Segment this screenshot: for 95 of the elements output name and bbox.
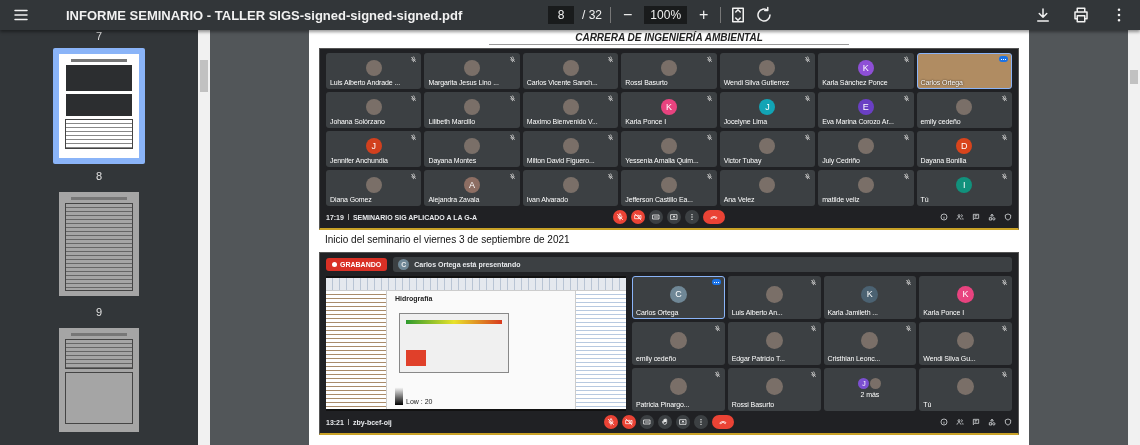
photo-placeholder [661,137,677,154]
photo-placeholder [857,137,874,154]
mic-off-button[interactable] [604,415,618,429]
chat-icon[interactable] [972,418,980,426]
photo-placeholder [562,59,579,76]
page-total: / 32 [582,8,602,22]
shapes-icon[interactable] [988,213,996,221]
hang-up-button[interactable] [703,210,725,224]
camera-icon [625,418,633,426]
photo-placeholder [870,378,882,389]
captions-button[interactable] [649,210,663,224]
hangup-icon [719,418,727,426]
mic-off-button[interactable] [613,210,627,224]
letter-avatar: A [464,176,481,193]
captions-icon [652,213,660,221]
letter-avatar: C [669,285,687,303]
photo-placeholder [957,377,975,395]
present-icon [679,418,687,426]
photo-placeholder [562,137,579,154]
photo-placeholder [562,98,579,115]
people-icon[interactable] [956,213,964,221]
zoom-in-button[interactable]: + [695,6,713,24]
photo-placeholder [365,176,382,193]
shield-icon[interactable] [1004,213,1012,221]
zoom-out-button[interactable]: − [619,6,637,24]
zoom-field[interactable]: 100% [644,6,688,24]
page-header: CARRERA DE INGENIERÍA AMBIENTAL [489,32,849,45]
caption-text: Inicio del seminario el viernes 3 de septiembre de 2021 [325,234,570,245]
more-options-icon [999,56,1008,62]
people-icon[interactable] [956,418,964,426]
page-number-field[interactable]: 8 [548,6,574,24]
photo-placeholder [562,176,579,193]
photo-placeholder [956,98,973,115]
photo-placeholder [765,285,783,303]
letter-avatar: I [956,176,973,193]
camera-icon [634,213,642,221]
page-label: 8 [95,170,103,182]
photo-placeholder [759,176,776,193]
scrollbar[interactable] [1128,30,1140,445]
photo-placeholder [661,59,677,76]
camera-off-button[interactable] [622,415,636,429]
captions-icon [643,418,651,426]
rotate-icon[interactable] [755,6,774,24]
letter-avatar: K [661,98,677,115]
photo-placeholder [765,377,783,395]
document-title: INFORME SEMINARIO - TALLER SIGS-signed-signed-signed.pdf [66,7,464,23]
more-button[interactable] [685,210,699,224]
captions-button[interactable] [640,415,654,429]
photo-placeholder [464,98,481,115]
photo-placeholder [669,377,687,395]
mic-icon [616,213,624,221]
raise-hand-button[interactable] [658,415,672,429]
more-button[interactable] [694,415,708,429]
letter-avatar: K [957,285,975,303]
page-thumbnail[interactable] [53,48,145,164]
present-button[interactable] [667,210,681,224]
letter-avatar: K [861,285,879,303]
letter-avatar: J [365,137,382,154]
present-icon [670,213,678,221]
letter-avatar: J [759,98,776,115]
photo-placeholder [661,176,677,193]
chat-icon[interactable] [972,213,980,221]
photo-placeholder [759,59,776,76]
hand-icon [661,418,669,426]
more-icon [697,418,705,426]
print-icon[interactable] [1072,6,1090,24]
mic-icon [607,418,615,426]
scrollbar[interactable] [198,30,210,445]
shapes-icon[interactable] [988,418,996,426]
present-button[interactable] [676,415,690,429]
photo-placeholder [759,137,776,154]
photo-placeholder [957,331,975,349]
letter-avatar: E [857,98,874,115]
shield-icon[interactable] [1004,418,1012,426]
legend-ramp [395,387,403,405]
page-label: 7 [95,30,103,42]
download-icon[interactable] [1034,6,1052,24]
photo-placeholder [464,137,481,154]
photo-placeholder [464,59,481,76]
photo-placeholder [365,98,382,115]
info-icon[interactable] [940,213,948,221]
letter-avatar: D [956,137,973,154]
more-icon [688,213,696,221]
hangup-icon [710,213,718,221]
more-options-icon [711,279,721,285]
camera-off-button[interactable] [631,210,645,224]
info-icon[interactable] [940,418,948,426]
photo-placeholder [765,331,783,349]
hang-up-button[interactable] [712,415,734,429]
page-label: 9 [95,306,103,318]
photo-placeholder [365,59,382,76]
photo-placeholder [861,331,879,349]
letter-avatar: K [857,59,874,76]
photo-placeholder [857,176,874,193]
photo-placeholder [669,331,687,349]
